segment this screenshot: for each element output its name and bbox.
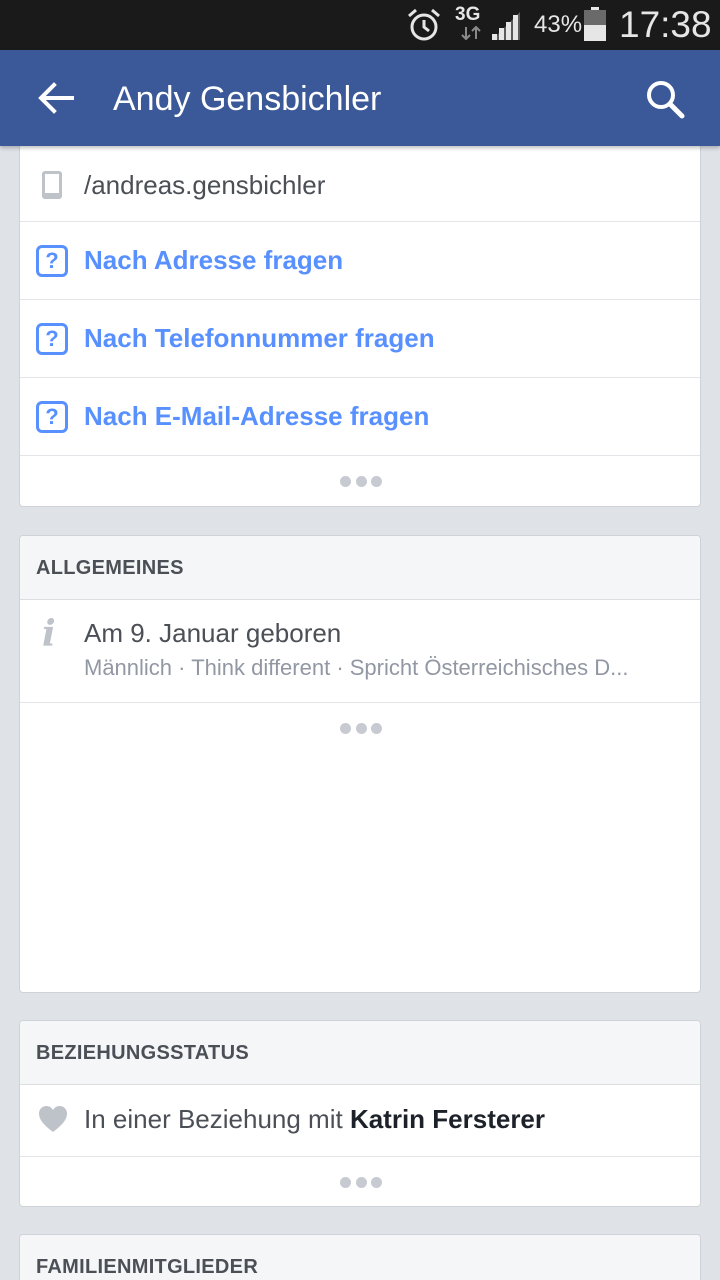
profile-link-row[interactable]: /andreas.gensbichler <box>20 140 700 222</box>
search-icon[interactable] <box>644 78 686 120</box>
alarm-icon <box>408 8 440 41</box>
status-clock: 17:38 <box>619 4 712 45</box>
partner-name-link[interactable]: Katrin Fersterer <box>350 1104 545 1134</box>
status-bar: 3G 43% 17:38 <box>0 0 720 50</box>
question-icon: ? <box>36 245 68 277</box>
birthday-text: Am 9. Januar geboren <box>84 618 342 648</box>
ask-email-link[interactable]: Nach E-Mail-Adresse fragen <box>84 400 429 432</box>
question-icon: ? <box>36 323 68 355</box>
heart-icon <box>39 1106 67 1132</box>
ask-address-link[interactable]: Nach Adresse fragen <box>84 244 343 276</box>
contact-info-card: /andreas.gensbichler ? Nach Adresse frag… <box>19 140 701 507</box>
relationship-status: In einer Beziehung mit Katrin Fersterer <box>84 1103 545 1135</box>
question-icon: ? <box>36 401 68 433</box>
section-title: BEZIEHUNGSSTATUS <box>36 1042 249 1064</box>
arrow-left-icon[interactable] <box>36 78 76 118</box>
ask-email-row[interactable]: ? Nach E-Mail-Adresse fragen <box>20 378 700 456</box>
profile-handle: /andreas.gensbichler <box>84 170 326 200</box>
info-icon: i <box>42 613 56 655</box>
more-dots-icon[interactable] <box>340 722 382 734</box>
more-dots-icon[interactable] <box>340 475 382 487</box>
network-type: 3G <box>455 4 481 25</box>
app-bar: Andy Gensbichler <box>0 50 720 146</box>
section-header: ALLGEMEINES <box>20 536 700 600</box>
ask-phone-link[interactable]: Nach Telefonnummer fragen <box>84 322 435 354</box>
relationship-prefix: In einer Beziehung mit <box>84 1104 350 1134</box>
birthday-row[interactable]: i Am 9. Januar geboren Männlich · Think … <box>20 600 700 703</box>
general-card: ALLGEMEINES i Am 9. Januar geboren Männl… <box>19 535 701 993</box>
section-header: BEZIEHUNGSSTATUS <box>20 1021 700 1085</box>
page-title: Andy Gensbichler <box>113 80 382 118</box>
family-card: FAMILIENMITGLIEDER <box>19 1234 701 1280</box>
network-arrows-icon <box>461 26 481 40</box>
more-dots-icon[interactable] <box>340 1176 382 1188</box>
signal-icon <box>492 12 520 40</box>
battery-percentage: 43% <box>534 11 583 38</box>
ask-phone-row[interactable]: ? Nach Telefonnummer fragen <box>20 300 700 378</box>
battery-icon <box>584 7 606 41</box>
profile-details: Männlich · Think different · Spricht Öst… <box>84 655 629 680</box>
section-header: FAMILIENMITGLIEDER <box>20 1235 700 1280</box>
section-title: FAMILIENMITGLIEDER <box>36 1256 259 1278</box>
section-title: ALLGEMEINES <box>36 557 184 579</box>
ask-address-row[interactable]: ? Nach Adresse fragen <box>20 222 700 300</box>
relationship-card: BEZIEHUNGSSTATUS In einer Beziehung mit … <box>19 1020 701 1207</box>
relationship-row[interactable]: In einer Beziehung mit Katrin Fersterer <box>20 1085 700 1157</box>
mobile-phone-icon <box>42 171 62 199</box>
